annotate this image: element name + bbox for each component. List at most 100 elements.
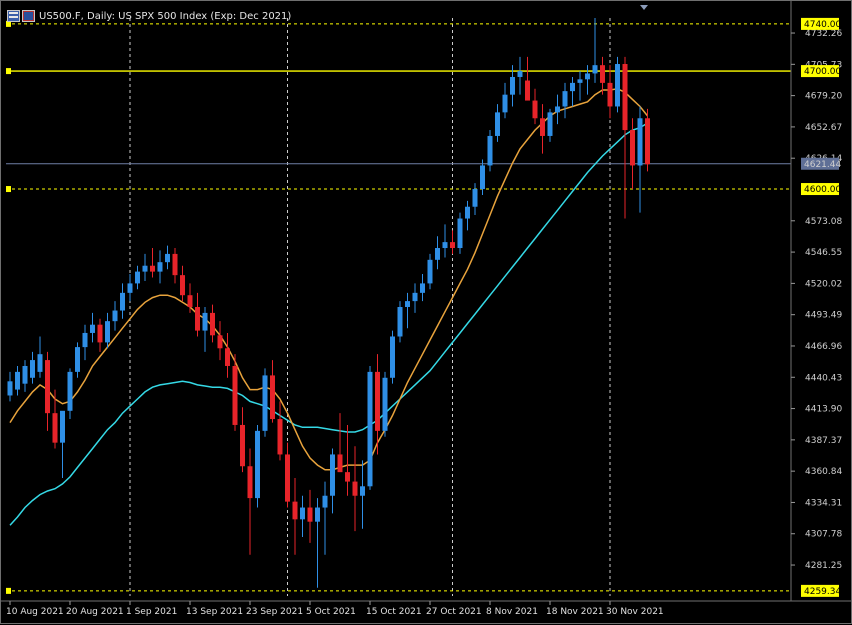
price-axis: 4732.264705.734679.204652.674626.144573.… [790,1,842,601]
candle-bull [120,292,125,311]
candle-bear [292,501,298,520]
candle-bear [172,253,178,276]
candle-bear [450,242,455,249]
price-tick-label: 4732.26 [805,29,842,39]
chart-title: US500.F, Daily: US SPX 500 Index (Exp: D… [39,10,292,22]
price-tick-label: 4493.49 [805,311,842,321]
candle-bear [247,466,253,499]
price-tick-label: 4307.78 [805,530,842,540]
chart-window[interactable]: 4732.264705.734679.204652.674626.144573.… [0,0,852,624]
candle-bull [562,91,568,107]
candle-bull [157,262,163,272]
candle-bull [262,375,268,431]
candle-bear [337,454,343,473]
date-tick-label: 1 Sep 2021 [126,607,177,617]
candle-bear [210,312,215,336]
candle-bull [397,307,403,337]
candle-bull [30,360,35,378]
date-tick-label: 15 Oct 2021 [366,607,422,617]
candles [7,18,650,588]
level-price-label-text: 4700.00 [804,67,841,77]
price-tick-label: 4466.96 [805,342,842,352]
candle-bear [52,413,58,443]
candle-bear [622,64,628,131]
candle-bull [127,283,133,293]
candle-bear [375,371,380,431]
candle-bull [487,135,493,166]
candle-bear [150,265,155,272]
chart-window-icon [7,10,35,22]
candle-bull [510,76,515,95]
candle-bull [322,495,328,508]
candle-bull [615,64,620,107]
current-price-label-text: 4621.44 [804,160,841,170]
candle-bear [225,348,230,366]
candle-bull [502,94,508,113]
price-tick-label: 4520.02 [805,279,842,289]
price-tick-label: 4360.84 [805,467,842,477]
price-tick-label: 4413.90 [805,405,842,415]
candle-bull [457,218,463,249]
candle-bull [37,354,43,372]
candle-bull [427,259,433,284]
candle-bull [202,312,208,331]
candle-bull [165,253,170,263]
level-handle[interactable] [6,68,11,75]
candle-bull [592,65,598,74]
candle-bear [285,454,290,502]
candle-bull [465,206,470,219]
level-price-label-text: 4259.34 [804,587,841,597]
date-tick-label: 27 Oct 2021 [426,607,482,617]
candle-bull [7,381,13,396]
candle-bear [352,481,358,496]
candle-bull [112,310,118,322]
candle-bull [435,248,440,260]
price-tick-label: 4652.67 [805,123,842,133]
candle-bull [472,189,478,207]
candle-bull [412,292,418,302]
candle-bear [270,375,275,420]
candle-bull [555,106,560,113]
candle-bear [607,82,613,107]
candle-bull [442,242,448,249]
date-tick-label: 18 Nov 2021 [546,607,604,617]
candle-bear [195,307,200,331]
candle-bull [60,410,65,443]
candle-bear [45,360,50,414]
candle-bull [330,454,335,496]
price-tick-label: 4334.31 [805,498,842,508]
candle-bear [277,419,283,455]
candle-bull [495,112,500,136]
candle-bull [22,365,28,384]
candle-bull [480,165,485,190]
moving-average-fast [9,88,649,471]
candle-bull [547,112,553,136]
candle-bull [420,283,425,293]
date-tick-label: 8 Nov 2021 [486,607,538,617]
candle-bear [630,130,635,166]
level-handle[interactable] [6,186,11,193]
price-chart[interactable]: 4732.264705.734679.204652.674626.144573.… [1,1,852,625]
candle-bear [187,295,193,307]
candle-bull [315,507,320,522]
price-tick-label: 4546.55 [805,248,842,258]
date-tick-label: 23 Sep 2021 [246,607,303,617]
candle-bull [15,371,20,390]
candle-bull [570,82,575,92]
price-tick-label: 4281.25 [805,561,842,571]
candle-bear [532,100,538,119]
candle-bear [240,424,245,467]
level-price-label-text: 4600.00 [804,185,841,195]
chart-title-bar: US500.F, Daily: US SPX 500 Index (Exp: D… [7,9,291,23]
level-handle[interactable] [6,587,11,594]
date-tick-label: 13 Sep 2021 [186,607,243,617]
candle-bull [67,371,73,411]
date-tick-label: 10 Aug 2021 [6,607,64,617]
shift-marker-icon[interactable] [640,5,648,10]
price-labels: 4740.00 4700.00 4600.00 4259.34 4621.44 [801,17,841,597]
candle-bull [300,507,305,520]
candle-bear [217,335,223,349]
candle-bull [360,486,365,496]
candle-bull [517,71,523,77]
candle-bear [180,275,185,296]
